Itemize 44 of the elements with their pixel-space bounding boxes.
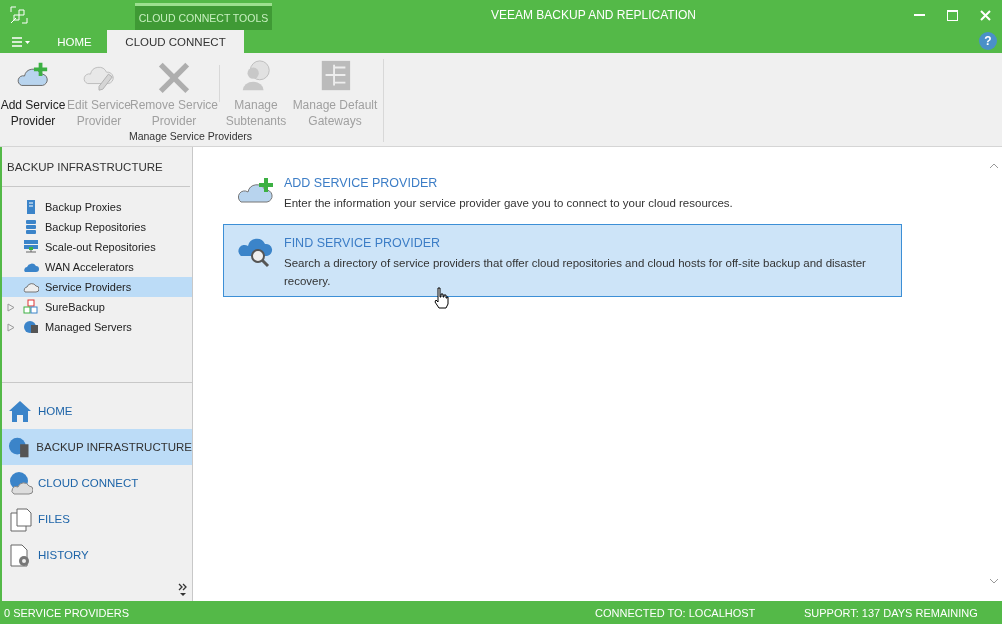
option-card[interactable]: ADD SERVICE PROVIDER Enter the information your service provider gave you to connect to your cloud resources. [223, 165, 902, 219]
card-description: Search a directory of service providers that offer cloud repositories and cloud hosts for off-site backup and disaster recovery. [284, 256, 867, 289]
scroll-down-icon[interactable] [989, 577, 999, 585]
card-title: FIND SERVICE PROVIDER [284, 236, 442, 250]
scroll-up-icon[interactable] [989, 162, 999, 170]
documents-icon [8, 506, 33, 532]
tree-item[interactable]: Service Providers [2, 277, 192, 297]
nav-item[interactable]: HOME [2, 393, 192, 429]
app-logo-icon [10, 6, 28, 24]
option-card[interactable]: FIND SERVICE PROVIDER Search a directory of service providers that offer cloud repositories and cloud hosts for off-site backup and disaster recovery. [223, 224, 902, 297]
ribbon-tab[interactable]: CLOUD CONNECT [107, 30, 244, 53]
ribbon-button[interactable]: Add Service Provider [0, 59, 66, 130]
hand-cursor-icon [433, 287, 449, 309]
server-network-icon [23, 239, 39, 255]
sidebar-title: BACKUP INFRASTRUCTURE [2, 147, 190, 187]
tree-item[interactable]: SureBackup [2, 297, 192, 317]
nav-item[interactable]: BACKUP INFRASTRUCTURE [2, 429, 192, 465]
nav-item[interactable]: CLOUD CONNECT [2, 465, 192, 501]
window-title: VEEAM BACKUP AND REPLICATION [490, 8, 697, 22]
card-description: Enter the information your service provider gave you to connect to your cloud resources. [284, 196, 733, 211]
close-icon [980, 9, 991, 21]
support-status: SUPPORT: 137 DAYS REMAINING [804, 606, 978, 619]
tree-item[interactable]: Scale-out Repositories [2, 237, 192, 257]
connection-status: CONNECTED TO: LOCALHOST [595, 606, 757, 619]
nav-item[interactable]: HISTORY [2, 537, 192, 573]
ribbon-group-label: Manage Service Providers [127, 130, 254, 142]
maximize-icon [947, 9, 958, 21]
chevrons-icon[interactable] [178, 583, 188, 597]
menu-icon [12, 36, 30, 47]
house-icon [8, 398, 33, 424]
tree-item[interactable]: Backup Proxies [2, 197, 192, 217]
tree-item[interactable]: WAN Accelerators [2, 257, 192, 277]
status-text: 0 SERVICE PROVIDERS [4, 606, 131, 619]
minimize-icon [914, 14, 925, 16]
card-title: ADD SERVICE PROVIDER [284, 176, 439, 190]
database-icon [23, 219, 39, 235]
context-tab-header: CLOUD CONNECT TOOLS [135, 3, 272, 30]
globe-cloud-icon [8, 470, 33, 496]
squares-icon [23, 299, 39, 315]
tree-item[interactable]: Backup Repositories [2, 217, 192, 237]
globe-server-icon [23, 319, 39, 335]
tree-item[interactable]: Managed Servers [2, 317, 192, 337]
nav-item[interactable]: FILES [2, 501, 192, 537]
cloud-magnifier-icon [238, 236, 274, 268]
